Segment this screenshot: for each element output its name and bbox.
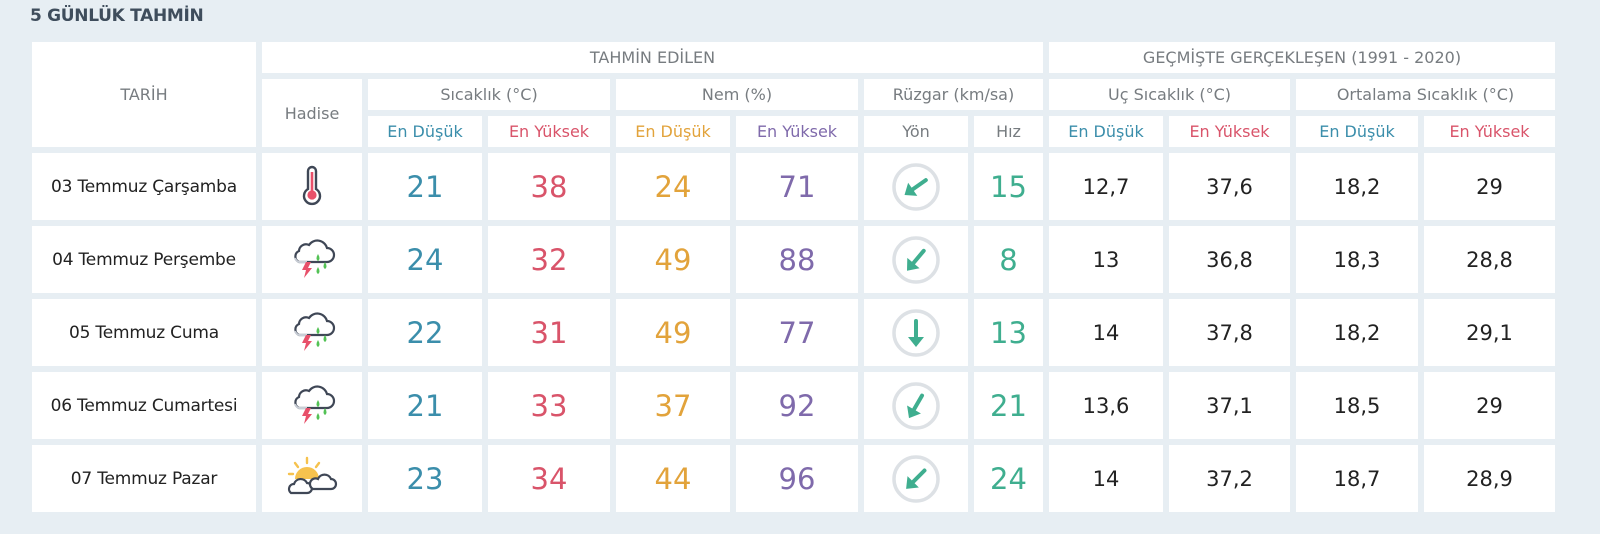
event-cell xyxy=(262,153,362,220)
wind-direction-arrow-icon xyxy=(892,162,940,211)
forecast-row: 05 Temmuz Cuma 22 31 49 77 13 14 37,8 18… xyxy=(32,299,1555,366)
temp-min-cell: 21 xyxy=(368,372,482,439)
forecast-row: 07 Temmuz Pazar 23 34 44 96 24 14 37,2 1… xyxy=(32,445,1555,512)
humidity-min-cell: 37 xyxy=(616,372,730,439)
header-extreme-temp: Uç Sıcaklık (°C) xyxy=(1049,79,1290,110)
wind-speed-cell: 8 xyxy=(974,226,1043,293)
temp-min-cell: 22 xyxy=(368,299,482,366)
humidity-max-cell: 77 xyxy=(736,299,858,366)
header-extreme-min: En Düşük xyxy=(1049,116,1163,147)
humidity-max-cell: 92 xyxy=(736,372,858,439)
extreme-min-cell: 14 xyxy=(1049,445,1163,512)
wind-direction-cell xyxy=(864,299,968,366)
wind-speed-cell: 13 xyxy=(974,299,1043,366)
temp-max-cell: 33 xyxy=(488,372,610,439)
forecast-row: 03 Temmuz Çarşamba 21 38 24 71 15 12,7 3… xyxy=(32,153,1555,220)
header-temp-max: En Yüksek xyxy=(488,116,610,147)
humidity-max-cell: 71 xyxy=(736,153,858,220)
humidity-min-cell: 49 xyxy=(616,299,730,366)
average-min-cell: 18,2 xyxy=(1296,299,1418,366)
header-temp-min: En Düşük xyxy=(368,116,482,147)
forecast-table: TARİH TAHMİN EDİLEN GEÇMİŞTE GERÇEKLEŞEN… xyxy=(26,36,1561,518)
extreme-min-cell: 12,7 xyxy=(1049,153,1163,220)
average-min-cell: 18,2 xyxy=(1296,153,1418,220)
wind-direction-arrow-icon xyxy=(892,308,940,357)
temp-min-cell: 23 xyxy=(368,445,482,512)
extreme-max-cell: 37,8 xyxy=(1169,299,1290,366)
humidity-min-cell: 24 xyxy=(616,153,730,220)
wind-direction-cell xyxy=(864,226,968,293)
extreme-max-cell: 37,1 xyxy=(1169,372,1290,439)
extreme-min-cell: 13,6 xyxy=(1049,372,1163,439)
header-wind-speed: Hız xyxy=(974,116,1043,147)
temp-min-cell: 24 xyxy=(368,226,482,293)
forecast-row: 06 Temmuz Cumartesi 21 33 37 92 21 13,6 … xyxy=(32,372,1555,439)
wind-speed-cell: 24 xyxy=(974,445,1043,512)
extreme-min-cell: 14 xyxy=(1049,299,1163,366)
wind-direction-cell xyxy=(864,153,968,220)
humidity-max-cell: 96 xyxy=(736,445,858,512)
average-max-cell: 29 xyxy=(1424,153,1555,220)
temp-max-cell: 31 xyxy=(488,299,610,366)
average-max-cell: 28,8 xyxy=(1424,226,1555,293)
date-cell: 04 Temmuz Perşembe xyxy=(32,226,256,293)
header-humidity-min: En Düşük xyxy=(616,116,730,147)
extreme-max-cell: 37,2 xyxy=(1169,445,1290,512)
average-max-cell: 29 xyxy=(1424,372,1555,439)
header-extreme-max: En Yüksek xyxy=(1169,116,1290,147)
wind-direction-arrow-icon xyxy=(892,381,940,430)
temp-max-cell: 38 xyxy=(488,153,610,220)
header-wind-direction: Yön xyxy=(864,116,968,147)
header-wind: Rüzgar (km/sa) xyxy=(864,79,1043,110)
event-cell xyxy=(262,226,362,293)
wind-speed-cell: 15 xyxy=(974,153,1043,220)
event-cell xyxy=(262,445,362,512)
humidity-max-cell: 88 xyxy=(736,226,858,293)
thunderstorm-rain-icon xyxy=(287,309,337,357)
temp-min-cell: 21 xyxy=(368,153,482,220)
extreme-max-cell: 36,8 xyxy=(1169,226,1290,293)
average-min-cell: 18,3 xyxy=(1296,226,1418,293)
temp-max-cell: 34 xyxy=(488,445,610,512)
event-cell xyxy=(262,299,362,366)
date-cell: 03 Temmuz Çarşamba xyxy=(32,153,256,220)
wind-direction-cell xyxy=(864,445,968,512)
forecast-row: 04 Temmuz Perşembe 24 32 49 88 8 13 36,8… xyxy=(32,226,1555,293)
event-cell xyxy=(262,372,362,439)
average-min-cell: 18,7 xyxy=(1296,445,1418,512)
extreme-max-cell: 37,6 xyxy=(1169,153,1290,220)
header-temperature: Sıcaklık (°C) xyxy=(368,79,610,110)
thermometer-hot-icon xyxy=(290,163,334,211)
date-cell: 05 Temmuz Cuma xyxy=(32,299,256,366)
wind-direction-arrow-icon xyxy=(892,454,940,503)
thunderstorm-rain-icon xyxy=(287,236,337,284)
average-max-cell: 28,9 xyxy=(1424,445,1555,512)
humidity-min-cell: 49 xyxy=(616,226,730,293)
average-max-cell: 29,1 xyxy=(1424,299,1555,366)
header-humidity: Nem (%) xyxy=(616,79,858,110)
header-average-max: En Yüksek xyxy=(1424,116,1555,147)
wind-direction-cell xyxy=(864,372,968,439)
humidity-min-cell: 44 xyxy=(616,445,730,512)
header-average-min: En Düşük xyxy=(1296,116,1418,147)
header-average-temp: Ortalama Sıcaklık (°C) xyxy=(1296,79,1555,110)
header-date: TARİH xyxy=(32,42,256,147)
wind-speed-cell: 21 xyxy=(974,372,1043,439)
header-event: Hadise xyxy=(262,79,362,147)
header-history-group: GEÇMİŞTE GERÇEKLEŞEN (1991 - 2020) xyxy=(1049,42,1555,73)
partly-cloudy-sun-icon xyxy=(283,455,341,503)
average-min-cell: 18,5 xyxy=(1296,372,1418,439)
extreme-min-cell: 13 xyxy=(1049,226,1163,293)
temp-max-cell: 32 xyxy=(488,226,610,293)
wind-direction-arrow-icon xyxy=(892,235,940,284)
date-cell: 07 Temmuz Pazar xyxy=(32,445,256,512)
header-forecast-group: TAHMİN EDİLEN xyxy=(262,42,1043,73)
section-title: 5 GÜNLÜK TAHMİN xyxy=(30,6,204,26)
thunderstorm-rain-icon xyxy=(287,382,337,430)
date-cell: 06 Temmuz Cumartesi xyxy=(32,372,256,439)
header-humidity-max: En Yüksek xyxy=(736,116,858,147)
